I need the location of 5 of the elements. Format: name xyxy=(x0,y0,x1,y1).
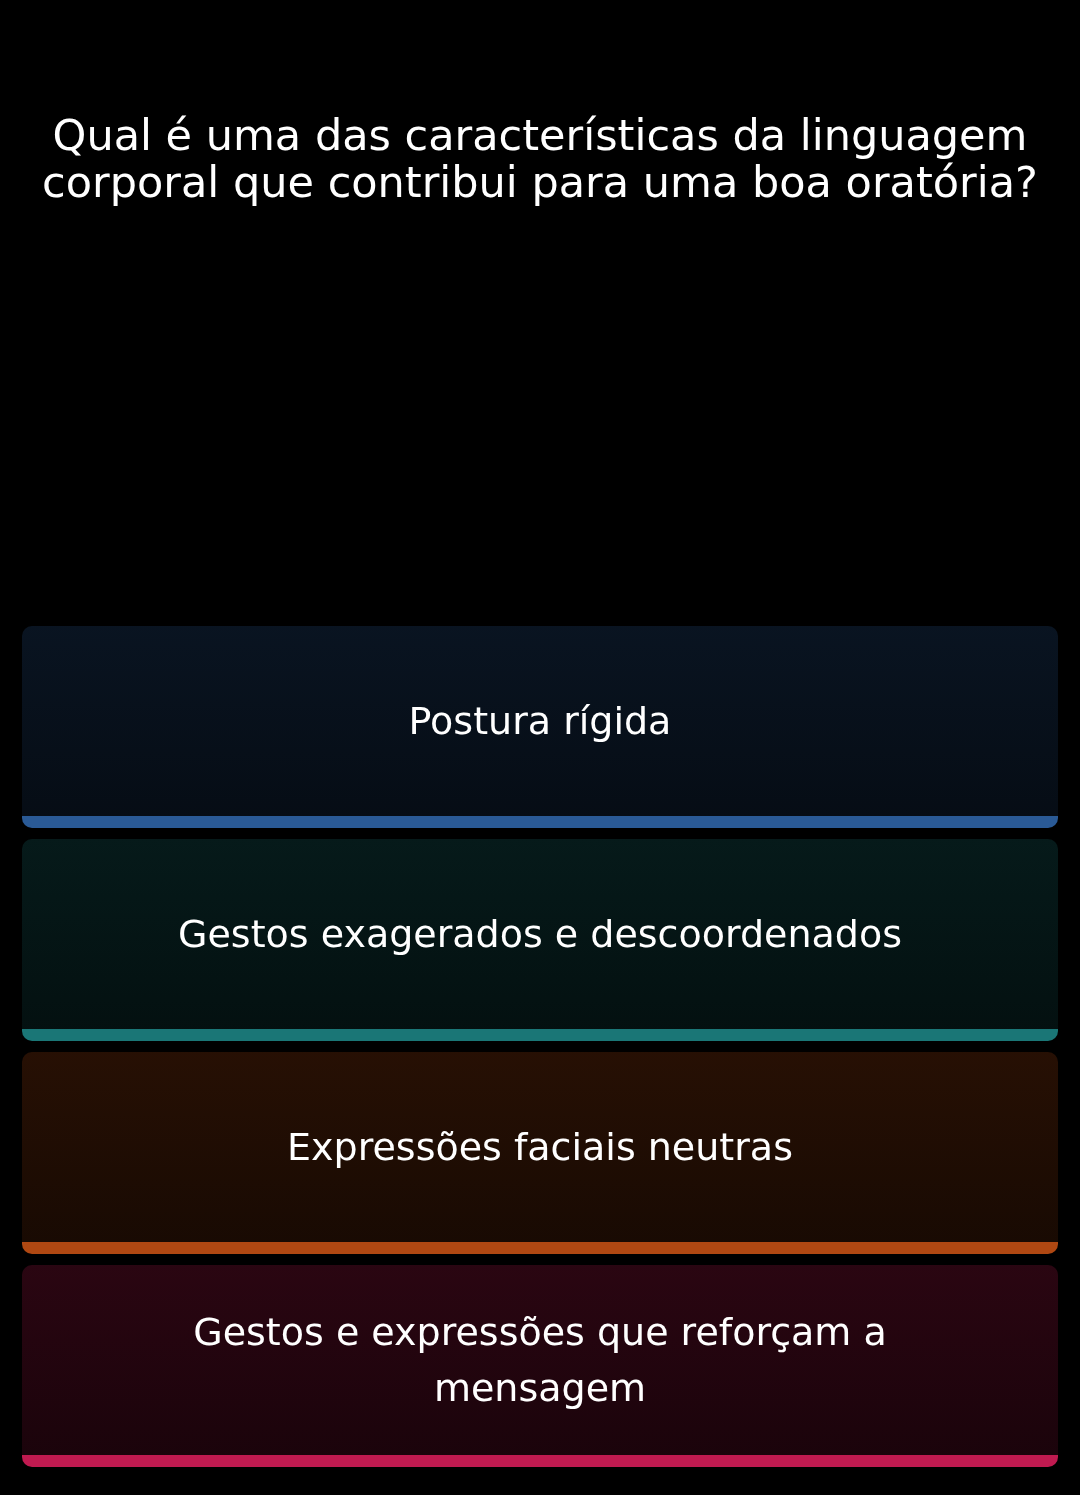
answer-option[interactable]: Expressões faciais neutras xyxy=(22,1052,1058,1254)
answer-option[interactable]: Gestos e expressões que reforçam a mensagem xyxy=(22,1265,1058,1467)
answer-option[interactable]: Postura rígida xyxy=(22,626,1058,828)
question-text: Qual é uma das características da linguagem corporal que contribui para uma boa oratória? xyxy=(42,112,1038,206)
answer-option[interactable]: Gestos exagerados e descoordenados xyxy=(22,839,1058,1041)
